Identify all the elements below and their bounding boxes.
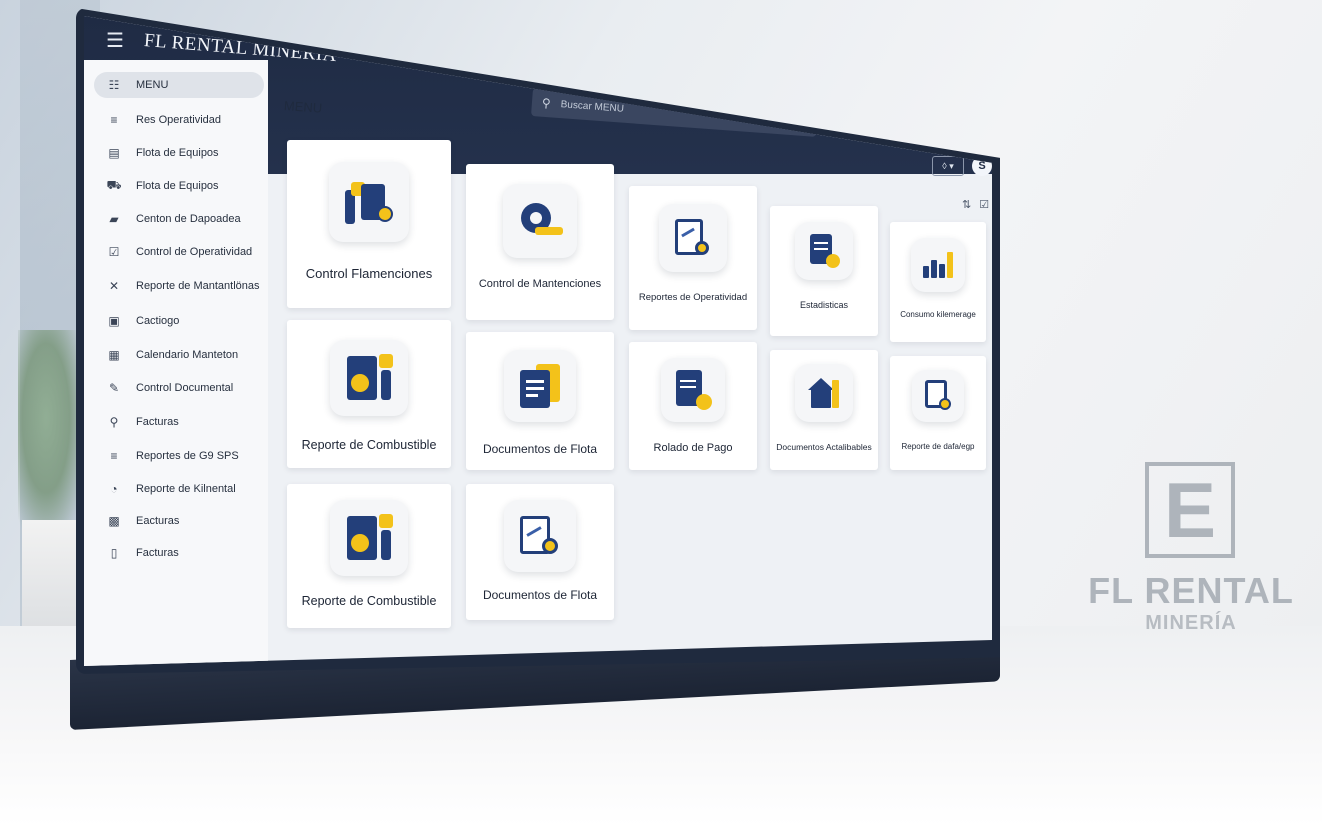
sidebar-item-flota-de-equipos-2[interactable]: ⛟ Flota de Equipos xyxy=(94,173,264,199)
card-label: Estadisticas xyxy=(799,300,849,310)
card-label: Consumo kilemerage xyxy=(900,310,976,319)
sidebar-item-eacturas[interactable]: ▩ Eacturas xyxy=(94,508,264,534)
equipment-docs-icon xyxy=(329,162,409,242)
card-documentos-flota[interactable]: Documentos de Flota xyxy=(466,332,614,470)
sidebar-item-label: Facturas xyxy=(136,547,179,559)
card-rolado-pago[interactable]: Rolado de Pago xyxy=(629,342,757,470)
card-label: Control de Mantenciones xyxy=(478,278,602,290)
card-documentos-actalibables[interactable]: Documentos Actalibables xyxy=(770,350,878,470)
location-pin-icon: ⚲ xyxy=(109,415,119,429)
tools-icon: ✕ xyxy=(108,279,120,293)
card-documentos-flota-2[interactable]: Documentos de Flota xyxy=(466,484,614,620)
sidebar-item-label: Reportes de G9 SPS xyxy=(136,450,239,462)
app-screen: ☰ FL RENTAL MINERIA ⚲ ◊ ▾ S ☷ MENU ≡ Res… xyxy=(84,16,992,666)
sidebar-item-label: Calendario Manteton xyxy=(136,349,239,361)
sidebar: ☷ MENU ≡ Res Operatividad ▤ Flota de Equ… xyxy=(84,60,268,666)
document-coins-icon xyxy=(795,222,853,280)
card-label: Documentos de Flota xyxy=(482,588,598,602)
fuel-report-icon xyxy=(330,340,408,416)
sidebar-item-label: Control de Operatividad xyxy=(136,246,253,258)
card-label: Reporte de Combustible xyxy=(301,438,437,452)
card-label: Reporte de Combustible xyxy=(301,594,437,608)
list-check-icon: ☷ xyxy=(108,78,120,92)
sidebar-item-label: Reporte de Mantantlönas xyxy=(136,280,260,292)
card-consumo-kilemerage[interactable]: Consumo kilemerage xyxy=(890,222,986,342)
sidebar-item-label: Flota de Equipos xyxy=(136,147,219,159)
card-label: Reporte de dafa/egp xyxy=(901,442,975,451)
clipboard-search-icon xyxy=(659,204,727,272)
card-label: Control Flamenciones xyxy=(305,266,433,281)
card-label: Documentos Actalibables xyxy=(776,442,872,452)
calendar-icon: ▦ xyxy=(108,348,120,362)
sidebar-item-calendario[interactable]: ▦ Calendario Manteton xyxy=(94,342,264,368)
logo-line-1: FL RENTAL xyxy=(1088,570,1294,611)
card-label: Rolado de Pago xyxy=(653,442,733,454)
sidebar-item-control-operatividad[interactable]: ☑ Control de Operatividad xyxy=(94,239,264,265)
search-icon: ⚲ xyxy=(541,95,552,111)
page-title: MENU xyxy=(283,98,323,116)
sidebar-item-reporte-mantenciones[interactable]: ✕ Reporte de Mantantlönas xyxy=(94,273,264,299)
card-label: Reportes de Operatividad xyxy=(638,292,748,303)
card-reporte-dafa-egp[interactable]: Reporte de dafa/egp xyxy=(890,356,986,470)
sidebar-item-reporte-kilnental[interactable]: ◔ Reporte de Kilnental xyxy=(94,476,264,502)
filter-icon[interactable]: ⇅ xyxy=(962,198,971,211)
card-control-mantenciones[interactable]: Control de Mantenciones xyxy=(466,164,614,320)
sidebar-item-res-operatividad[interactable]: ≡ Res Operatividad xyxy=(94,107,264,133)
fuel-report-icon xyxy=(330,500,408,576)
gauge-icon: ◔ xyxy=(110,482,118,496)
selector-dropdown[interactable]: ◊ ▾ xyxy=(932,156,964,176)
card-reporte-combustible[interactable]: Reporte de Combustible xyxy=(287,320,451,468)
document-edit-icon: ✎ xyxy=(108,381,120,395)
image-icon: ▩ xyxy=(108,514,120,528)
document-icon xyxy=(504,350,576,422)
catalog-icon: ▣ xyxy=(108,314,120,328)
card-estadisticas[interactable]: Estadisticas xyxy=(770,206,878,336)
check-square-icon: ☑ xyxy=(108,245,120,259)
checkbox-icon[interactable]: ☑ xyxy=(979,198,989,211)
card-reporte-combustible-2[interactable]: Reporte de Combustible xyxy=(287,484,451,628)
truck-filled-icon: ▰ xyxy=(109,212,119,226)
clipboard-search-icon xyxy=(912,370,964,422)
brand-watermark-logo: E FL RENTAL MINERÍA xyxy=(1085,462,1297,642)
gear-wrench-icon xyxy=(503,184,577,258)
search-input[interactable] xyxy=(558,97,763,126)
sidebar-item-label: Reporte de Kilnental xyxy=(136,483,236,495)
sidebar-item-facturas[interactable]: ⚲ Facturas xyxy=(94,409,264,435)
receipt-icon: ▯ xyxy=(110,546,118,560)
logo-line-2: MINERÍA xyxy=(1145,612,1237,634)
truck-icon: ⛟ xyxy=(106,178,122,192)
bar-chart-icon xyxy=(911,238,965,292)
hamburger-menu-icon[interactable]: ☰ xyxy=(106,28,124,53)
sidebar-item-catalogo[interactable]: ▣ Cactiogo xyxy=(94,308,264,334)
card-reportes-operatividad[interactable]: Reportes de Operatividad xyxy=(629,186,757,330)
sidebar-item-label: Eacturas xyxy=(136,515,180,527)
house-chart-icon xyxy=(795,364,853,422)
sidebar-item-label: Facturas xyxy=(136,416,179,428)
sidebar-item-label: Cactiogo xyxy=(136,315,180,327)
view-toggle-icons: ⇅ ☑ xyxy=(962,198,989,211)
sidebar-item-control-documental[interactable]: ✎ Control Documental xyxy=(94,375,264,401)
logo-letter-mark: E xyxy=(1145,462,1235,558)
sidebar-item-reportes-g9[interactable]: ≡ Reportes de G9 SPS xyxy=(94,443,264,469)
book-icon: ▤ xyxy=(108,146,120,160)
sidebar-item-menu[interactable]: ☷ MENU xyxy=(94,72,264,98)
card-label: Documentos de Flota xyxy=(482,442,598,456)
document-coins-icon xyxy=(661,358,725,422)
search-bar[interactable]: ⚲ xyxy=(530,88,819,137)
clipboard-search-icon xyxy=(504,500,576,572)
sidebar-item-centon[interactable]: ▰ Centon de Dapoadea xyxy=(94,206,264,232)
sidebar-item-label: MENU xyxy=(136,79,169,91)
sidebar-item-flota-de-equipos[interactable]: ▤ Flota de Equipos xyxy=(94,140,264,166)
list-icon: ≡ xyxy=(110,449,118,463)
sidebar-item-facturas-2[interactable]: ▯ Facturas xyxy=(94,540,264,566)
sidebar-item-label: Flota de Equipos xyxy=(136,180,219,192)
list-icon: ≡ xyxy=(110,113,118,127)
sidebar-item-label: Control Documental xyxy=(136,382,234,394)
sidebar-item-label: Centon de Dapoadea xyxy=(136,213,241,225)
sidebar-item-label: Res Operatividad xyxy=(136,114,221,126)
card-control-flamenciones[interactable]: Control Flamenciones xyxy=(287,140,451,308)
